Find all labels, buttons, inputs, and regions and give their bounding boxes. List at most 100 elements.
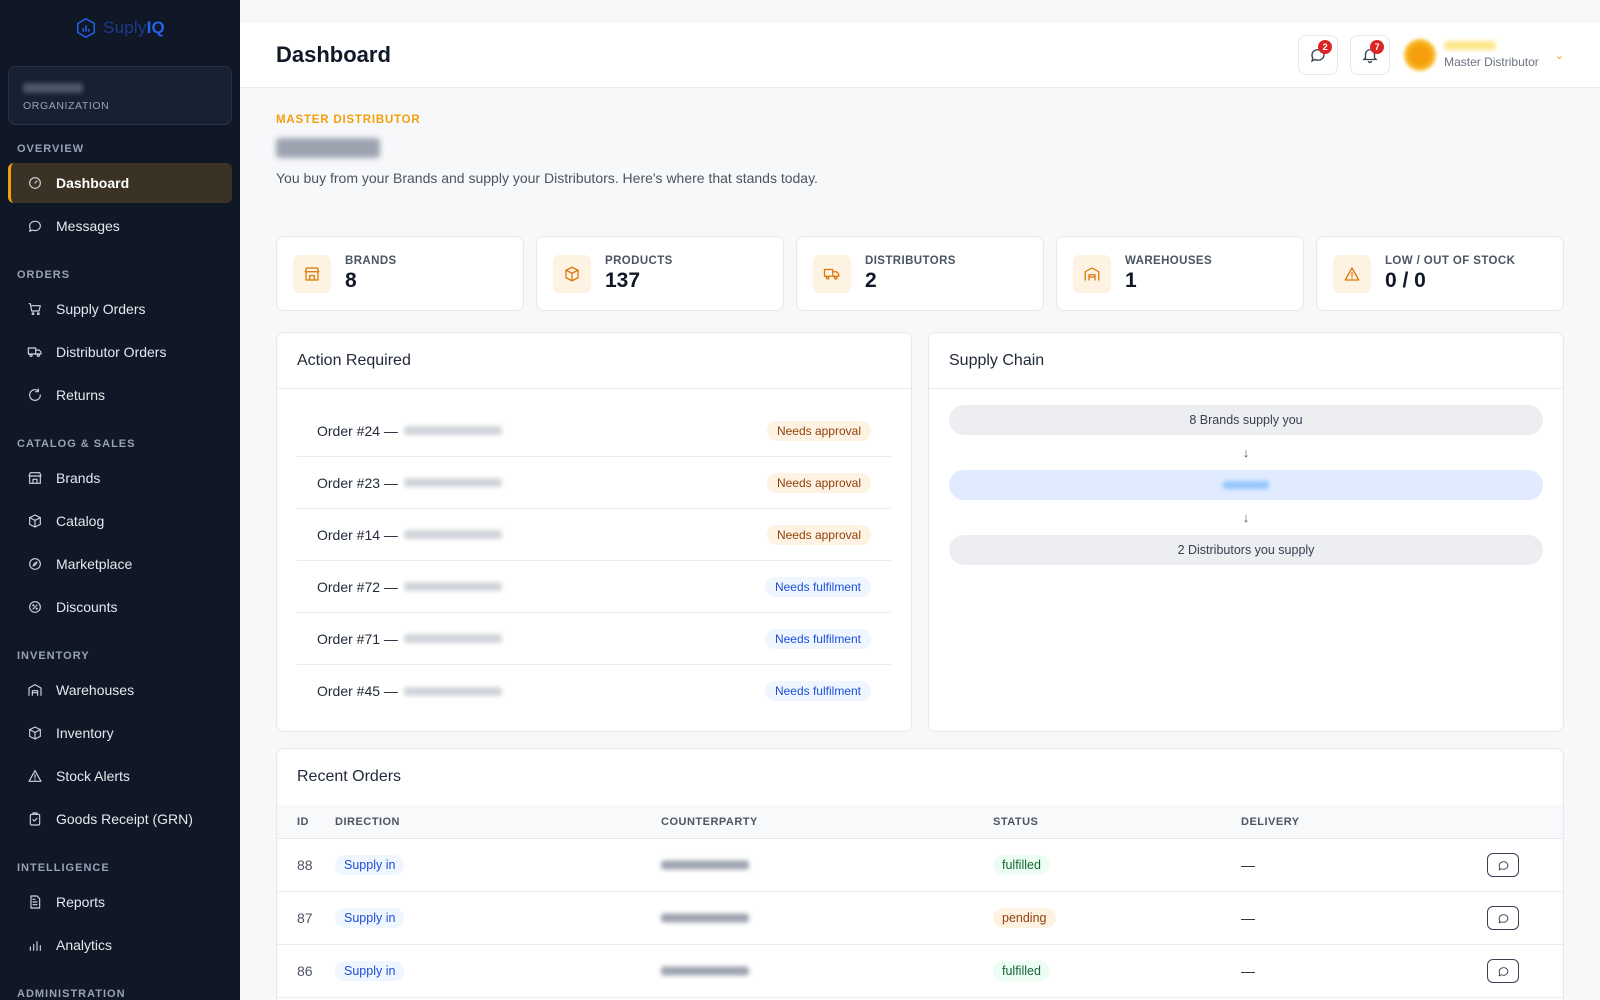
sidebar-item-inventory[interactable]: Inventory bbox=[8, 713, 232, 753]
counterparty-name bbox=[403, 478, 502, 487]
user-menu[interactable]: Master Distributor ⌄ bbox=[1404, 39, 1564, 71]
sidebar-item-label: Dashboard bbox=[56, 175, 130, 191]
chain-distributors: 2 Distributors you supply bbox=[949, 535, 1543, 565]
action-row[interactable]: Order #71 — Needs fulfilment bbox=[297, 613, 891, 665]
chat-bubble-icon bbox=[29, 220, 41, 232]
organization-switcher[interactable]: ORGANIZATION bbox=[8, 66, 232, 125]
sidebar-item-warehouses[interactable]: Warehouses bbox=[8, 670, 232, 710]
status-badge: fulfilled bbox=[993, 855, 1050, 875]
messages-button[interactable]: 2 bbox=[1298, 35, 1339, 75]
stat-value: 1 bbox=[1125, 268, 1137, 292]
status-badge: Needs fulfilment bbox=[764, 681, 871, 701]
sidebar-item-discounts[interactable]: Discounts bbox=[8, 587, 232, 627]
sidebar-item-label: Distributor Orders bbox=[56, 344, 167, 360]
action-row[interactable]: Order #45 — Needs fulfilment bbox=[297, 665, 891, 717]
box-icon bbox=[29, 726, 41, 740]
sidebar-item-marketplace[interactable]: Marketplace bbox=[8, 544, 232, 584]
stat-label: WAREHOUSES bbox=[1125, 254, 1213, 267]
table-row[interactable]: 87 Supply in pending — bbox=[277, 892, 1563, 945]
logo-icon bbox=[77, 17, 96, 39]
counterparty-name bbox=[661, 913, 749, 923]
sidebar-item-catalog[interactable]: Catalog bbox=[8, 501, 232, 541]
counterparty-name bbox=[403, 686, 502, 696]
column-header-id[interactable]: ID bbox=[297, 816, 309, 828]
app-logo[interactable]: SuplyIQ bbox=[0, 0, 240, 56]
order-label: Order #23 — bbox=[317, 474, 398, 491]
nav-section-inventory: INVENTORY bbox=[17, 650, 90, 662]
sidebar-item-label: Inventory bbox=[56, 725, 114, 741]
sidebar-item-label: Marketplace bbox=[56, 556, 133, 572]
user-role: Master Distributor bbox=[1444, 55, 1539, 69]
sidebar-item-reports[interactable]: Reports bbox=[8, 882, 232, 922]
counterparty-name bbox=[661, 966, 749, 976]
sidebar-item-goods-receipt-grn[interactable]: Goods Receipt (GRN) bbox=[8, 799, 232, 839]
column-header-status[interactable]: STATUS bbox=[993, 816, 1038, 828]
action-row[interactable]: Order #23 — Needs approval bbox=[297, 457, 891, 509]
organization-title bbox=[276, 138, 380, 158]
order-id: 87 bbox=[297, 910, 313, 926]
chain-brands: 8 Brands supply you bbox=[949, 405, 1543, 435]
sidebar-item-label: Analytics bbox=[56, 937, 113, 953]
arrow-down-icon: ↓ bbox=[1242, 510, 1250, 525]
counterparty-name bbox=[403, 634, 502, 643]
status-badge: Needs approval bbox=[766, 472, 871, 493]
column-header-direction[interactable]: DIRECTION bbox=[335, 816, 400, 828]
chain-self bbox=[949, 470, 1543, 500]
status-badge: fulfilled bbox=[993, 961, 1050, 981]
sidebar-item-supply-orders[interactable]: Supply Orders bbox=[8, 289, 232, 329]
status-badge: Needs approval bbox=[766, 524, 871, 545]
sidebar-item-dashboard[interactable]: Dashboard bbox=[8, 163, 232, 203]
sidebar-item-label: Messages bbox=[56, 218, 120, 234]
action-row[interactable]: Order #72 — Needs fulfilment bbox=[297, 561, 891, 613]
sidebar-item-messages[interactable]: Messages bbox=[8, 206, 232, 246]
status-badge: Needs fulfilment bbox=[764, 628, 871, 649]
message-button[interactable] bbox=[1487, 853, 1519, 877]
column-header-delivery[interactable]: DELIVERY bbox=[1241, 816, 1300, 828]
delivery-value: — bbox=[1241, 910, 1255, 926]
stat-card-products[interactable]: PRODUCTS 137 bbox=[536, 236, 784, 311]
order-label: Order #72 — bbox=[317, 578, 398, 595]
message-button[interactable] bbox=[1487, 906, 1519, 930]
stat-card-brands[interactable]: BRANDS 8 bbox=[276, 236, 524, 311]
stat-card-distributors[interactable]: DISTRIBUTORS 2 bbox=[796, 236, 1044, 311]
sidebar-item-brands[interactable]: Brands bbox=[8, 458, 232, 498]
sidebar-item-stock-alerts[interactable]: Stock Alerts bbox=[8, 756, 232, 796]
status-badge: Needs approval bbox=[766, 420, 871, 441]
chat-bubble-icon bbox=[1498, 966, 1508, 976]
table-row[interactable]: 86 Supply in fulfilled — bbox=[277, 945, 1563, 998]
stat-label: DISTRIBUTORS bbox=[865, 254, 956, 267]
counterparty-name bbox=[403, 426, 502, 435]
notifications-button[interactable]: 7 bbox=[1350, 35, 1391, 75]
stat-card-warehouses[interactable]: WAREHOUSES 1 bbox=[1056, 236, 1304, 311]
sidebar-item-distributor-orders[interactable]: Distributor Orders bbox=[8, 332, 232, 372]
discount-icon bbox=[29, 601, 41, 613]
order-label: Order #14 — bbox=[317, 526, 398, 543]
stat-card-low-out-of-stock[interactable]: LOW / OUT OF STOCK 0 / 0 bbox=[1316, 236, 1564, 311]
order-id: 86 bbox=[297, 963, 313, 979]
action-row[interactable]: Order #24 — Needs approval bbox=[297, 405, 891, 457]
clipboard-icon bbox=[29, 812, 41, 826]
organization-name bbox=[23, 83, 83, 93]
column-header-counterparty[interactable]: COUNTERPARTY bbox=[661, 816, 758, 828]
table-row[interactable]: 88 Supply in fulfilled — bbox=[277, 839, 1563, 892]
store-icon bbox=[304, 266, 320, 281]
chat-bubble-icon bbox=[1498, 860, 1508, 870]
stats-row: BRANDS 8 PRODUCTS 137 DISTRIBUTORS 2 WAREHOUSE… bbox=[276, 236, 1564, 311]
sidebar-item-returns[interactable]: Returns bbox=[8, 375, 232, 415]
stat-label: BRANDS bbox=[345, 254, 397, 267]
nav-section-administration: ADMINISTRATION bbox=[17, 988, 126, 1000]
stat-value: 2 bbox=[865, 268, 877, 292]
sidebar-item-label: Discounts bbox=[56, 599, 118, 615]
stat-value: 137 bbox=[605, 268, 641, 292]
direction-badge: Supply in bbox=[335, 961, 405, 981]
sidebar-item-analytics[interactable]: Analytics bbox=[8, 925, 232, 965]
truck-icon bbox=[27, 347, 42, 357]
nav-section-orders: ORDERS bbox=[17, 269, 71, 281]
action-row[interactable]: Order #14 — Needs approval bbox=[297, 509, 891, 561]
order-label: Order #71 — bbox=[317, 630, 398, 647]
order-label: Order #24 — bbox=[317, 422, 398, 439]
notifications-badge: 7 bbox=[1370, 40, 1385, 54]
chevron-down-icon: ⌄ bbox=[1554, 49, 1564, 62]
message-button[interactable] bbox=[1487, 959, 1519, 983]
sidebar-item-label: Stock Alerts bbox=[56, 768, 130, 784]
